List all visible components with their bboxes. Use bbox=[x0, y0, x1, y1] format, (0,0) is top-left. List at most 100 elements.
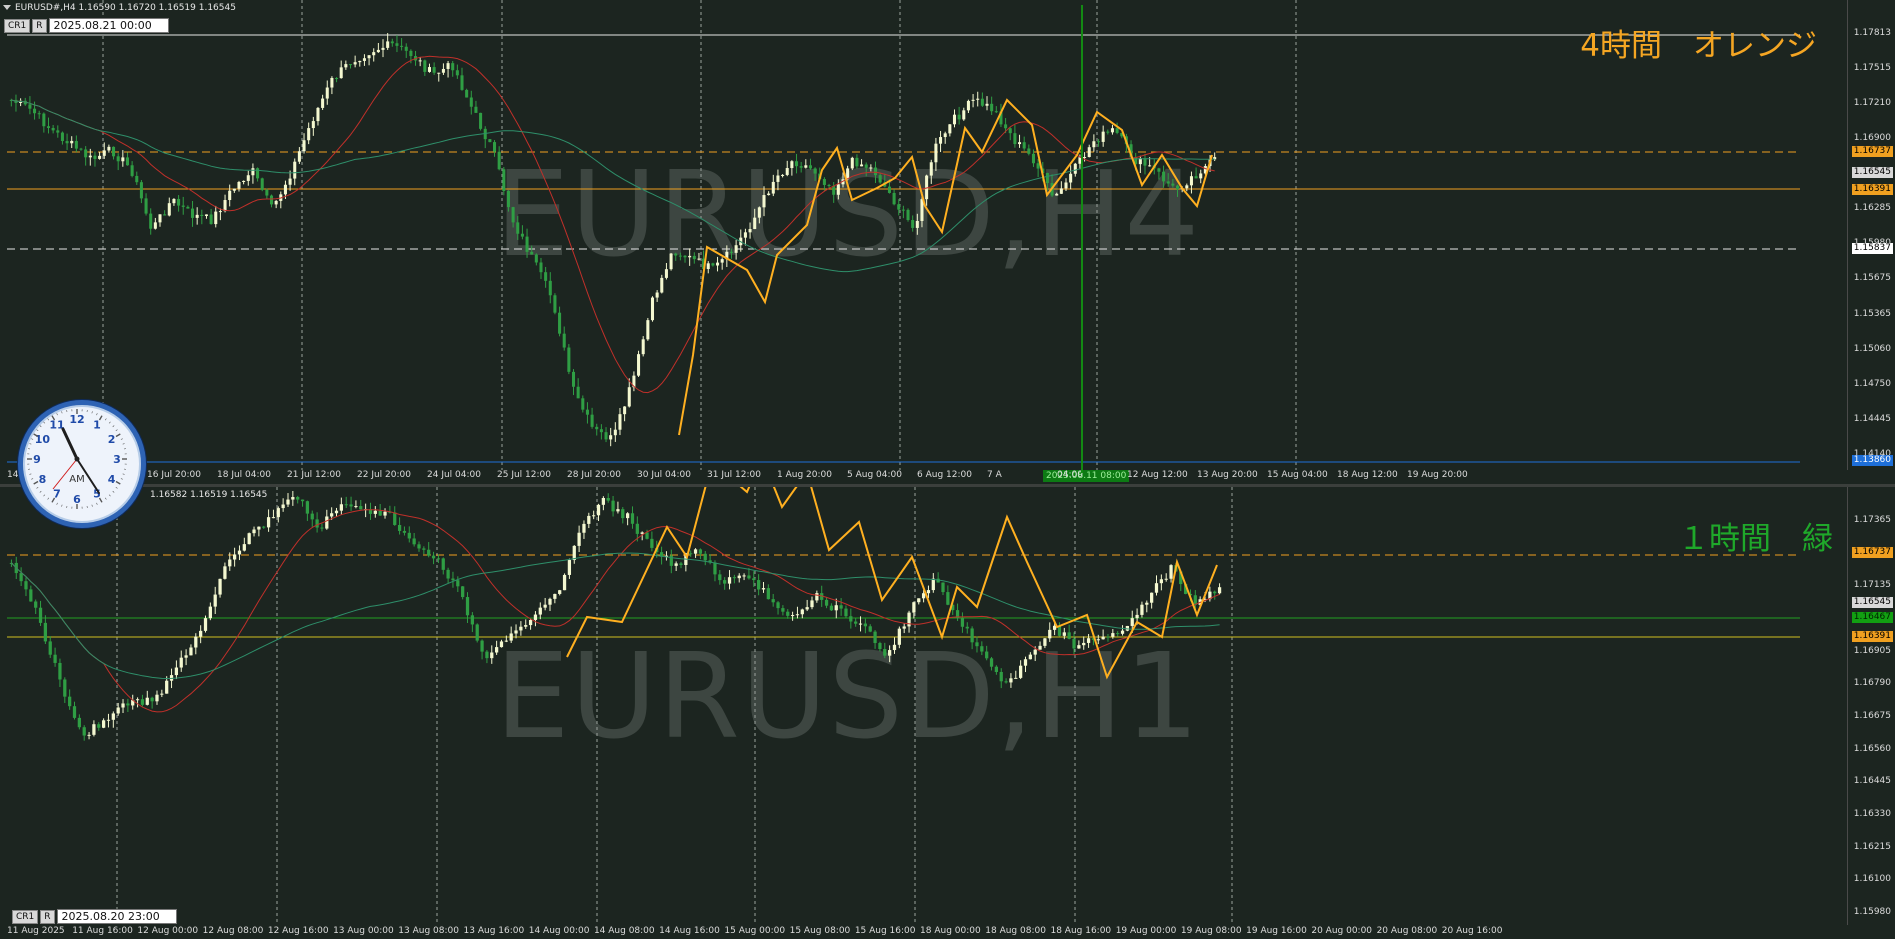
candle-body bbox=[544, 272, 548, 281]
candle-body bbox=[800, 609, 804, 615]
candle-body bbox=[999, 671, 1003, 682]
price-tag: 1.16391 bbox=[1851, 184, 1893, 195]
zigzag-line bbox=[566, 487, 1218, 680]
candle-body bbox=[509, 633, 513, 641]
h4-symbol-header: EURUSD#,H4 1.16590 1.16720 1.16519 1.165… bbox=[3, 3, 236, 13]
clock-number: 10 bbox=[35, 433, 51, 446]
candle-body bbox=[373, 510, 377, 514]
collapse-triangle-icon[interactable] bbox=[3, 5, 11, 10]
candle-body bbox=[372, 52, 376, 56]
candle-body bbox=[718, 574, 722, 581]
clock-tick bbox=[115, 480, 121, 485]
time-axis-label: 15 Aug 08:00 bbox=[789, 926, 851, 936]
h4-date-box[interactable]: 2025.08.21 00:00 bbox=[48, 18, 169, 33]
candle-body bbox=[1092, 141, 1096, 148]
candle-body bbox=[781, 174, 785, 176]
candle-body bbox=[616, 509, 620, 512]
h1-price-plot[interactable] bbox=[7, 487, 1847, 925]
price-axis-label: 1.15060 bbox=[1853, 343, 1891, 354]
candle-body bbox=[474, 106, 478, 113]
candle-body bbox=[1150, 592, 1154, 603]
time-axis-label: 12 Aug 00:00 bbox=[137, 926, 199, 936]
candle-body bbox=[307, 128, 311, 141]
time-axis-label: 25 Jul 12:00 bbox=[497, 470, 551, 480]
h1-symbol-info: 1.16582 1.16519 1.16545 bbox=[150, 490, 268, 500]
h1-price-axis[interactable]: 1.173651.172501.171351.170201.169051.167… bbox=[1847, 487, 1895, 925]
candle-body bbox=[917, 598, 921, 603]
candle-body bbox=[330, 513, 334, 517]
candle-body bbox=[315, 519, 319, 528]
h4-price-plot[interactable] bbox=[7, 0, 1847, 470]
candle-body bbox=[359, 506, 363, 510]
candle-body bbox=[567, 347, 571, 372]
crosshair-vertical-line[interactable] bbox=[1081, 5, 1083, 473]
candle-body bbox=[441, 68, 445, 73]
candle-body bbox=[729, 251, 733, 253]
time-axis-label: 24 Jul 04:00 bbox=[427, 470, 481, 480]
candle-body bbox=[288, 178, 292, 185]
candle-body bbox=[79, 148, 83, 150]
candle-body bbox=[994, 666, 999, 672]
candle-body bbox=[121, 157, 125, 162]
candle-body bbox=[266, 517, 271, 528]
candle-body bbox=[495, 647, 499, 653]
candle-body bbox=[844, 608, 848, 617]
candle-body bbox=[929, 162, 933, 176]
candle-body bbox=[572, 545, 576, 561]
h4-price-axis[interactable]: 1.178131.175151.172101.169001.165951.162… bbox=[1847, 0, 1895, 470]
candle-body bbox=[934, 143, 938, 163]
time-axis-label: 14 Aug 00:00 bbox=[528, 926, 590, 936]
analog-clock-widget[interactable]: AM 12 1 2 3 4 5 6 7 8 9 10 11 bbox=[18, 400, 146, 528]
candle-body bbox=[1135, 614, 1139, 619]
price-tag: 1.16737 bbox=[1851, 547, 1893, 558]
candle-body bbox=[548, 598, 552, 605]
clock-tick bbox=[36, 429, 39, 432]
candle-body bbox=[813, 168, 817, 174]
candle-body bbox=[479, 112, 483, 129]
candle-body bbox=[112, 146, 116, 157]
h1-time-axis[interactable]: 11 Aug 2025 11 Aug 16:00 12 Aug 00:00 12 Au… bbox=[7, 925, 1847, 939]
h4-chart-pane[interactable]: EURUSD,H4 EURUSD#,H4 1.16590 1.16720 1.1… bbox=[0, 0, 1895, 485]
price-axis-label: 1.16445 bbox=[1853, 776, 1891, 787]
h1-cr-chip[interactable]: CR1 bbox=[12, 909, 39, 924]
h1-chart-pane[interactable]: EURUSD,H1 1.16582 1.16519 1.16545 CR1 R … bbox=[0, 487, 1895, 939]
candle-body bbox=[19, 573, 23, 582]
time-axis-label: 04:00 bbox=[1057, 470, 1083, 480]
h4-cr-chip[interactable]: CR1 bbox=[4, 18, 31, 33]
candle-body bbox=[939, 137, 943, 144]
candle-body bbox=[194, 636, 198, 648]
price-axis-label: 1.16285 bbox=[1853, 203, 1891, 214]
time-axis-label: 18 Jul 04:00 bbox=[217, 470, 271, 480]
candle-body bbox=[1217, 587, 1222, 594]
candle-body bbox=[878, 175, 882, 183]
candle-body bbox=[868, 626, 872, 632]
candle-body bbox=[87, 734, 91, 736]
candle-body bbox=[994, 111, 998, 113]
candle-body bbox=[604, 432, 608, 440]
candle-body bbox=[711, 263, 715, 266]
h4-chip-row: CR1 R 2025.08.21 00:00 bbox=[4, 18, 169, 33]
candle-body bbox=[1130, 618, 1134, 626]
candle-body bbox=[412, 538, 416, 545]
price-axis-label: 1.17515 bbox=[1853, 63, 1891, 74]
h1-date-box[interactable]: 2025.08.20 23:00 bbox=[56, 909, 177, 924]
candle-body bbox=[181, 205, 185, 207]
candle-body bbox=[850, 157, 854, 169]
candle-body bbox=[582, 523, 586, 533]
candle-body bbox=[766, 588, 770, 600]
candle-body bbox=[757, 580, 761, 590]
h4-r-chip[interactable]: R bbox=[32, 18, 47, 33]
candle-body bbox=[29, 589, 33, 602]
candle-body bbox=[713, 562, 717, 575]
candle-body bbox=[1148, 165, 1152, 167]
h1-r-chip[interactable]: R bbox=[40, 909, 55, 924]
candle-body bbox=[669, 253, 673, 270]
candle-body bbox=[446, 63, 450, 69]
candle-body bbox=[297, 151, 301, 162]
h4-time-axis[interactable]: 14 Jul 04:0015 Jul 12:0016 Jul 20:0018 J… bbox=[7, 469, 1847, 483]
time-axis-label: 31 Jul 12:00 bbox=[707, 470, 761, 480]
price-axis-label: 1.16675 bbox=[1853, 711, 1891, 722]
candle-body bbox=[805, 607, 809, 610]
candle-body bbox=[397, 524, 402, 531]
candle-body bbox=[311, 121, 315, 129]
